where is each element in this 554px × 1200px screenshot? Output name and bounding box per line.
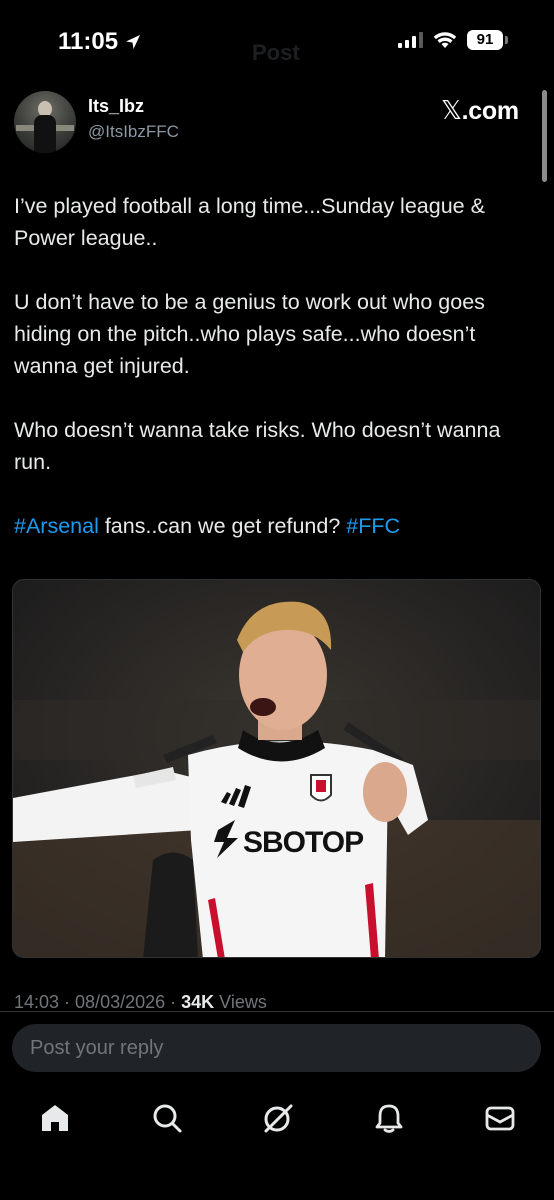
views-label: Views (214, 992, 267, 1012)
clock-label: 11:05 (58, 28, 119, 55)
search-icon[interactable] (150, 1101, 184, 1135)
status-bar: 11:05 Post 91 (0, 0, 554, 84)
tweet-text-span: fans..can we get refund? (98, 514, 347, 538)
avatar[interactable] (14, 91, 76, 153)
tweet-paragraph: #Arsenal fans..can we get refund? #FFC (14, 510, 542, 542)
x-logo-icon: 𝕏 (441, 96, 462, 126)
tweet-text: I’ve played football a long time...Sunda… (14, 190, 542, 574)
tweet-paragraph: I’ve played football a long time...Sunda… (14, 194, 485, 250)
views-count: 34K (181, 992, 215, 1012)
grok-icon[interactable] (261, 1101, 295, 1135)
wifi-icon (433, 32, 457, 48)
reply-input[interactable]: Post your reply (12, 1024, 541, 1072)
hashtag-link[interactable]: #Arsenal (14, 514, 99, 538)
status-time: 11:05 (58, 28, 142, 56)
cellular-signal-icon (398, 32, 423, 48)
header-title: Post (252, 40, 300, 65)
watermark-text: .com (461, 97, 519, 125)
scrollbar[interactable] (542, 90, 547, 182)
author-handle[interactable]: @ItsIbzFFC (88, 122, 179, 142)
hashtag-link[interactable]: #FFC (346, 514, 400, 538)
tweet-media-image[interactable]: SBOTOP (12, 579, 541, 958)
location-arrow-icon (126, 35, 141, 49)
divider (0, 1011, 554, 1012)
notifications-icon[interactable] (372, 1101, 406, 1135)
messages-icon[interactable] (483, 1101, 517, 1135)
reply-placeholder: Post your reply (30, 1037, 164, 1059)
shirt-sponsor-text: SBOTOP (243, 826, 364, 859)
tweet-metadata: 14:03 · 08/03/2026 · 34K Views (14, 992, 267, 1013)
x-com-watermark: 𝕏.com (441, 96, 519, 126)
tweet-paragraph: U don’t have to be a genius to work out … (14, 290, 485, 378)
battery-icon: 91 (467, 30, 508, 50)
battery-level: 91 (467, 30, 503, 50)
home-icon[interactable] (38, 1101, 72, 1135)
tweet-paragraph: Who doesn’t wanna take risks. Who doesn’… (14, 418, 501, 474)
author-display-name[interactable]: Its_Ibz (88, 96, 144, 117)
status-indicators: 91 (398, 30, 508, 50)
footballer-photo (13, 580, 540, 957)
timestamp: 14:03 · 08/03/2026 · (14, 992, 182, 1012)
